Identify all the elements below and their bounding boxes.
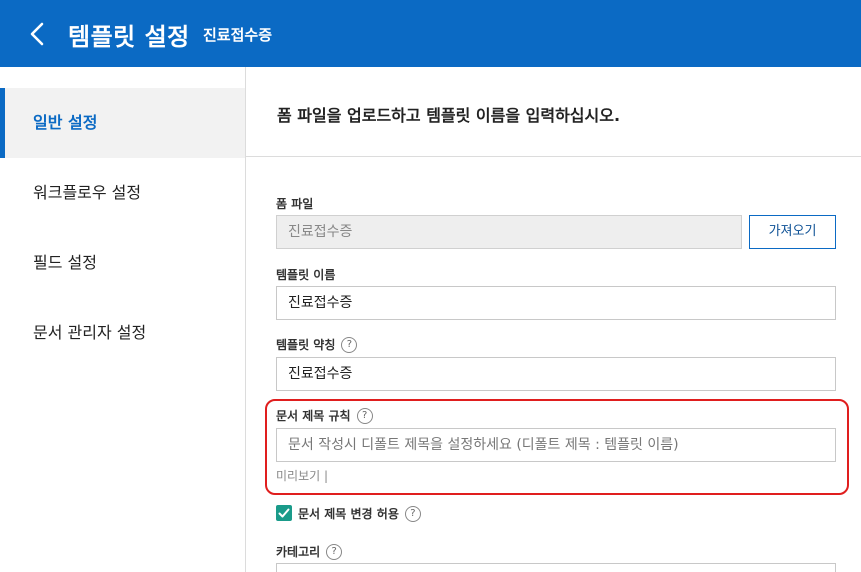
doc-title-rule-label: 문서 제목 규칙 ? bbox=[276, 407, 373, 424]
template-abbr-label-text: 템플릿 약칭 bbox=[276, 338, 336, 352]
template-abbr-label: 템플릿 약칭 ? bbox=[276, 336, 358, 353]
doc-title-rule-input[interactable]: 문서 작성시 디폴트 제목을 설정하세요 (디폴트 제목 : 템플릿 이름) bbox=[276, 428, 836, 462]
sidebar-item-doc-admin-settings[interactable]: 문서 관리자 설정 bbox=[0, 298, 245, 368]
form-file-label: 폼 파일 bbox=[276, 195, 313, 212]
form-file-label-text: 폼 파일 bbox=[276, 197, 314, 211]
divider bbox=[246, 156, 861, 157]
form-file-field: 진료접수증 bbox=[276, 215, 742, 249]
allow-title-change-label-text: 문서 제목 변경 허용 bbox=[298, 507, 399, 521]
help-icon[interactable]: ? bbox=[356, 407, 373, 424]
main-content: 폼 파일을 업로드하고 템플릿 이름을 입력하십시오. 폼 파일 진료접수증 가… bbox=[246, 67, 861, 572]
sidebar: 일반 설정 워크플로우 설정 필드 설정 문서 관리자 설정 bbox=[0, 67, 246, 572]
import-button[interactable]: 가져오기 bbox=[749, 215, 836, 249]
sidebar-item-workflow-settings[interactable]: 워크플로우 설정 bbox=[0, 158, 245, 228]
allow-title-change-checkbox[interactable] bbox=[276, 505, 292, 521]
title-preview: 미리보기 | bbox=[276, 469, 329, 483]
allow-title-change-label: 문서 제목 변경 허용 ? bbox=[298, 505, 421, 522]
instruction-text: 폼 파일을 업로드하고 템플릿 이름을 입력하십시오. bbox=[277, 106, 621, 125]
category-select[interactable] bbox=[276, 563, 836, 572]
template-name-label-text: 템플릿 이름 bbox=[276, 268, 336, 282]
help-icon[interactable]: ? bbox=[326, 543, 343, 560]
doc-title-rule-label-text: 문서 제목 규칙 bbox=[276, 409, 351, 423]
template-abbr-input[interactable]: 진료접수증 bbox=[276, 357, 836, 391]
help-icon[interactable]: ? bbox=[404, 505, 421, 522]
page-title: 템플릿 설정 bbox=[68, 23, 190, 51]
category-label-text: 카테고리 bbox=[276, 545, 321, 559]
app-header: 템플릿 설정 진료접수증 bbox=[0, 0, 861, 67]
help-icon[interactable]: ? bbox=[341, 336, 358, 353]
sidebar-item-general-settings[interactable]: 일반 설정 bbox=[0, 88, 245, 158]
category-label: 카테고리 ? bbox=[276, 543, 343, 560]
back-button[interactable] bbox=[26, 18, 54, 50]
template-name-label: 템플릿 이름 bbox=[276, 266, 335, 283]
sidebar-item-field-settings[interactable]: 필드 설정 bbox=[0, 228, 245, 298]
chevron-left-icon bbox=[30, 22, 44, 46]
page-subtitle: 진료접수증 bbox=[203, 26, 273, 44]
checkmark-icon bbox=[278, 508, 290, 518]
template-name-input[interactable]: 진료접수증 bbox=[276, 286, 836, 320]
